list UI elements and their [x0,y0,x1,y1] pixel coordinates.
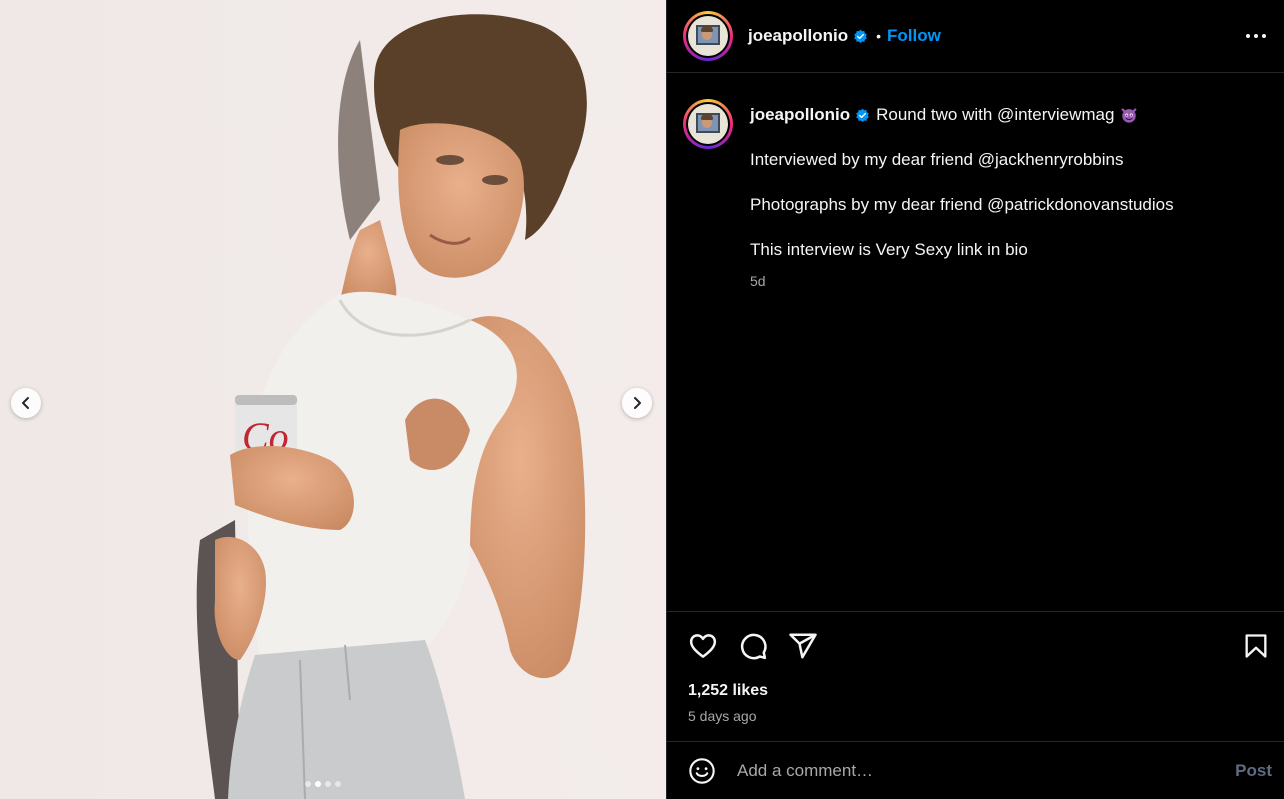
verified-badge-icon [854,29,867,43]
post-comment-button[interactable]: Post [1235,761,1272,781]
post-header: joeapollonio • Follow [667,0,1284,73]
avatar-border [686,14,730,58]
save-button[interactable] [1240,630,1272,662]
caption-username[interactable]: joeapollonio [750,104,850,126]
avatar-image [688,104,728,144]
comment-button[interactable] [737,630,769,662]
comment-icon [740,633,767,660]
heart-icon [689,634,717,658]
chevron-left-icon [22,397,29,409]
emoji-icon [689,758,715,784]
caption-timestamp[interactable]: 5d [750,273,1174,289]
bookmark-icon [1245,634,1267,658]
comment-input[interactable] [737,761,1236,781]
caption-link-note: This interview is Very Sexy link in bio [750,240,1028,259]
caption-text: Round two with @interviewmag [876,105,1115,124]
header-username[interactable]: joeapollonio [748,26,848,46]
caption-section: joeapollonio Round two with @interviewma… [667,73,1284,610]
previous-slide-button[interactable] [11,388,41,418]
caption-body: joeapollonio Round two with @interviewma… [750,99,1174,289]
avatar-border [686,102,730,146]
avatar-hair [701,26,713,32]
post-media[interactable]: Co [0,0,666,799]
post-details-panel: joeapollonio • Follow joeapollonio Round… [666,0,1284,799]
carousel-dot [325,781,331,787]
header-separator: • [876,28,882,44]
carousel-dot [305,781,311,787]
caption-photographer: Photographs by my dear friend @patrickdo… [750,195,1174,214]
like-button[interactable] [687,630,719,662]
post-photo: Co [0,0,666,799]
carousel-dot [315,781,321,787]
post-date[interactable]: 5 days ago [688,708,757,724]
likes-count[interactable]: 1,252 likes [688,682,768,700]
smiling-devil-emoji-icon [1122,108,1137,123]
share-icon [789,633,817,659]
caption-avatar[interactable] [683,99,733,149]
caption-interviewer: Interviewed by my dear friend @jackhenry… [750,150,1124,169]
follow-button[interactable]: Follow [887,26,941,46]
next-slide-button[interactable] [622,388,652,418]
emoji-picker-button[interactable] [687,756,717,786]
post-actions: 1,252 likes 5 days ago [667,611,1284,742]
avatar-image [688,16,728,56]
more-options-icon [1246,34,1266,38]
avatar-hair [701,114,713,120]
carousel-indicator [305,781,341,787]
carousel-dot [335,781,341,787]
chevron-right-icon [634,397,641,409]
avatar[interactable] [683,11,733,61]
comment-composer: Post [667,743,1284,799]
share-button[interactable] [787,630,819,662]
more-options-button[interactable] [1244,24,1268,48]
verified-badge-icon [856,108,869,122]
